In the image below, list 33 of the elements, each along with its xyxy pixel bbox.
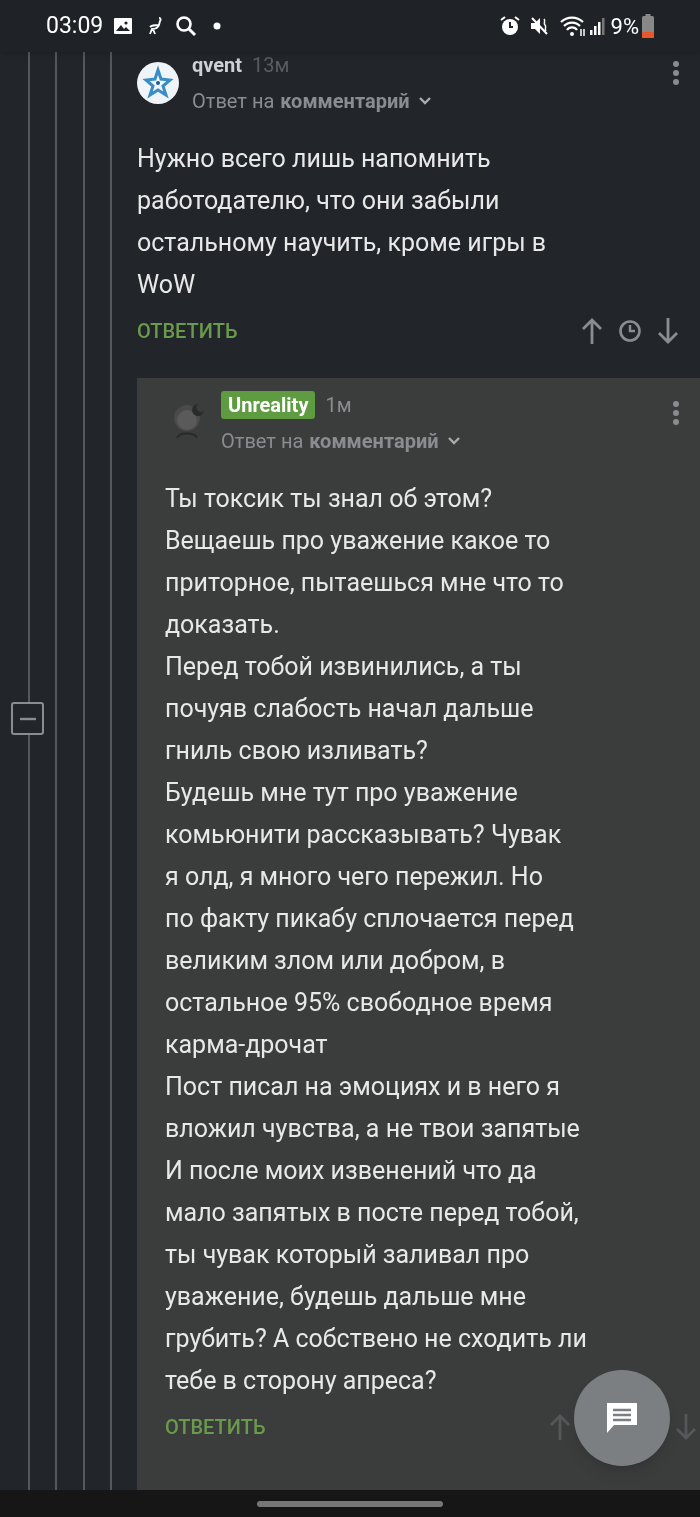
mute-icon — [528, 15, 551, 37]
clock-icon[interactable] — [618, 319, 642, 343]
reply-prefix: Ответ на — [221, 428, 304, 455]
home-indicator[interactable] — [257, 1500, 443, 1507]
collapse-button[interactable] — [11, 702, 44, 735]
timestamp: 13м — [252, 52, 290, 79]
arrow-up-icon[interactable] — [580, 317, 604, 345]
reply-target-link[interactable]: комментарий — [309, 426, 439, 456]
arrow-down-icon[interactable] — [656, 317, 680, 345]
alarm-icon — [498, 15, 521, 37]
comment-text: Нужно всего лишь напомнить работодателю, что они забыли остальному научить, кроме игры в WoW — [137, 143, 548, 301]
reply-prefix: Ответ на — [192, 88, 275, 115]
avatar[interactable] — [137, 62, 179, 104]
chevron-down-icon[interactable] — [417, 96, 432, 106]
battery-icon — [642, 14, 654, 38]
search-icon — [175, 15, 198, 37]
more-icon[interactable] — [672, 400, 680, 426]
clock: 03:09 — [46, 10, 104, 41]
username-badge[interactable]: Unreality — [221, 391, 316, 419]
minus-icon — [19, 716, 36, 721]
battery-percent: 9% — [610, 12, 639, 41]
username[interactable]: qvent — [192, 52, 243, 80]
signal-icon — [588, 16, 605, 36]
timestamp: 1м — [325, 392, 352, 419]
reply-button[interactable]: ОТВЕТИТЬ — [165, 1412, 266, 1442]
wifi-icon — [558, 15, 587, 37]
more-icon[interactable] — [672, 60, 680, 86]
reply-button[interactable]: ОТВЕТИТЬ — [137, 316, 238, 346]
chevron-down-icon[interactable] — [446, 436, 461, 446]
image-icon — [113, 16, 134, 36]
comment-text: Ты токсик ты знал об этом? Вещаешь про уважение какое то приторное, пытаешься мне что то доказать. Перед тобой извинились, а ты почуяв слабость начал дальше гниль свою изливать? Будешь мне тут про уважение комьюнити рассказывать? Чувак я олд, я много чего пережил. Но по факту пикабу сплочается перед великим злом или добром, в остальное 95% свободное время карма-дрочат Пост писал на эмоциях и в него я вложил чувства, а не твои запятые И после моих извенений что да мало запятых в посте перед тобой, ты чувак который заливал про уважение, будешь дальше мне грубить? А собствено не сходить ли тебе в сторону апреса? — [165, 483, 588, 1397]
reply-target-link[interactable]: комментарий — [280, 86, 410, 116]
dot-icon — [213, 22, 222, 30]
